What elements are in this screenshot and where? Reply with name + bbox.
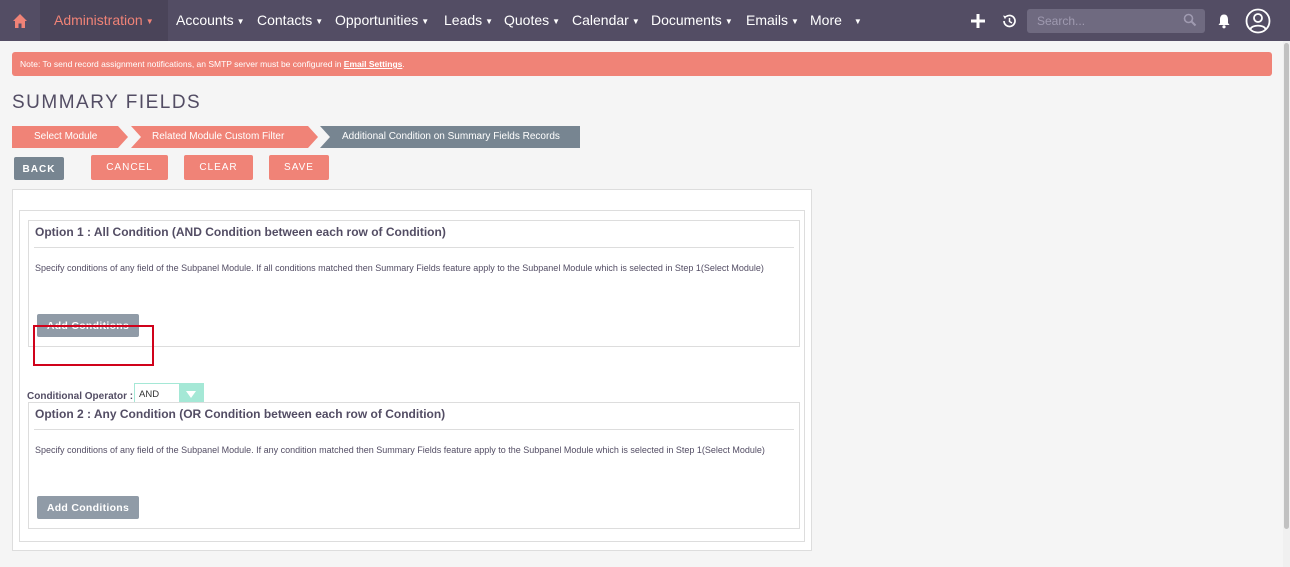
page-title: SUMMARY FIELDS: [12, 92, 202, 113]
clear-button[interactable]: CLEAR: [184, 155, 253, 180]
divider: [34, 429, 794, 430]
caret-down-icon: ▼: [631, 17, 640, 26]
nav-leads[interactable]: Leads ▼: [444, 0, 493, 41]
email-settings-link[interactable]: Email Settings: [344, 59, 403, 69]
nav-contacts[interactable]: Contacts ▼: [257, 0, 323, 41]
caret-down-icon: ▼: [421, 17, 430, 26]
top-navbar: Administration ▼ Accounts ▼ Contacts ▼ Oppo…: [0, 0, 1290, 41]
option1-description: Specify conditions of any field of the S…: [35, 263, 764, 273]
plus-icon: [971, 13, 985, 28]
caret-down-icon: ▼: [791, 17, 799, 26]
divider: [34, 247, 794, 248]
nav-accounts[interactable]: Accounts ▼: [176, 0, 245, 41]
dropdown-arrow-icon[interactable]: [179, 384, 203, 404]
wizard-step-select-module[interactable]: Select Module: [12, 126, 128, 148]
user-icon: [1245, 8, 1271, 33]
notifications-button[interactable]: [1214, 0, 1234, 41]
smtp-notice: Note: To send record assignment notifica…: [12, 52, 1272, 76]
wizard-step-related-filter[interactable]: Related Module Custom Filter: [131, 126, 318, 148]
history-icon: [1003, 14, 1016, 27]
home-button[interactable]: [0, 0, 40, 41]
conditional-operator-label: Conditional Operator :: [27, 391, 134, 402]
conditional-operator-value: AND: [139, 389, 160, 400]
nav-more[interactable]: More ▼: [810, 0, 862, 41]
nav-calendar[interactable]: Calendar ▼: [572, 0, 640, 41]
option1-title: Option 1 : All Condition (AND Condition …: [35, 225, 446, 239]
caret-down-icon: ▼: [315, 17, 324, 26]
search-icon[interactable]: [1183, 13, 1197, 27]
conditions-panel: Option 1 : All Condition (AND Condition …: [12, 189, 812, 551]
option2-description: Specify conditions of any field of the S…: [35, 445, 765, 455]
caret-down-icon: ▼: [485, 17, 494, 26]
caret-down-icon: ▼: [236, 17, 245, 26]
search-input[interactable]: [1027, 9, 1177, 33]
nav-opportunities[interactable]: Opportunities ▼: [335, 0, 429, 41]
user-menu-button[interactable]: [1244, 0, 1272, 41]
nav-emails[interactable]: Emails ▼: [746, 0, 799, 41]
nav-administration[interactable]: Administration ▼: [40, 0, 168, 41]
save-button[interactable]: SAVE: [269, 155, 329, 180]
recently-viewed-button[interactable]: [999, 0, 1019, 41]
conditions-container: Option 1 : All Condition (AND Condition …: [19, 210, 805, 542]
global-search: [1027, 9, 1205, 33]
bell-icon: [1218, 14, 1230, 28]
caret-down-icon: ▼: [724, 17, 733, 26]
nav-documents[interactable]: Documents ▼: [651, 0, 733, 41]
home-icon: [13, 13, 27, 28]
wizard-step-additional-condition[interactable]: Additional Condition on Summary Fields R…: [320, 126, 580, 148]
create-button[interactable]: [968, 0, 988, 41]
caret-down-icon: ▼: [552, 17, 561, 26]
back-button[interactable]: BACK: [14, 157, 64, 180]
nav-quotes[interactable]: Quotes ▼: [504, 0, 560, 41]
page-scrollbar[interactable]: [1283, 41, 1290, 567]
option2-add-conditions-button[interactable]: Add Conditions: [37, 496, 139, 519]
option2-title: Option 2 : Any Condition (OR Condition b…: [35, 407, 446, 421]
cancel-button[interactable]: CANCEL: [91, 155, 168, 180]
scrollbar-thumb[interactable]: [1284, 43, 1289, 529]
highlight-box: [33, 325, 154, 366]
option2-section: Option 2 : Any Condition (OR Condition b…: [28, 402, 800, 529]
caret-down-icon: ▼: [145, 17, 154, 26]
caret-down-icon: ▼: [853, 17, 862, 26]
